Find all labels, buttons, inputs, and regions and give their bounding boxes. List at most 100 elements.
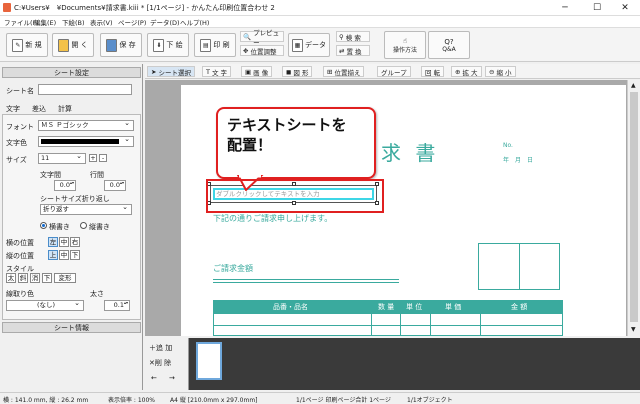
printer-icon: ▤ xyxy=(200,38,212,52)
shita-button[interactable]: ⬇ 下 絵 xyxy=(147,33,189,57)
valign-top-button[interactable]: 上 xyxy=(48,250,58,260)
col-unit: 単 位 xyxy=(406,303,423,311)
vertical-radio[interactable] xyxy=(80,222,87,229)
menu-view[interactable]: 表示(V) xyxy=(90,17,113,27)
size-select[interactable]: 11 xyxy=(38,153,86,164)
size-up-button[interactable]: + xyxy=(89,154,97,162)
amount-line xyxy=(213,282,399,283)
delete-page-button[interactable]: ✕削 除 xyxy=(149,358,171,368)
strike-button[interactable]: 消 xyxy=(30,273,40,283)
main-toolbar: ✎ 新 規 開 く 保 存 ⬇ 下 絵 ▤ 印 刷 🔍 プレビュー ✥ 位置調整 ▦ データ… xyxy=(0,28,640,62)
menu-help[interactable]: ヘルプ(H) xyxy=(180,17,209,27)
valign-label: 縦の位置 xyxy=(6,252,34,260)
hand-icon: ☝ xyxy=(402,36,408,45)
text-tool-button[interactable]: T文 字 xyxy=(202,66,232,77)
object-count: 1/1オブジェクト xyxy=(407,397,453,404)
char-spacing-label: 文字間 xyxy=(40,171,61,179)
menu-shita[interactable]: 下絵(B) xyxy=(62,17,85,27)
scroll-down-icon[interactable]: ▼ xyxy=(631,326,636,333)
new-doc-icon: ✎ xyxy=(12,38,24,52)
print-button[interactable]: ▤ 印 刷 xyxy=(194,33,236,57)
font-label: フォント xyxy=(6,123,34,131)
transform-button[interactable]: 変形 xyxy=(54,273,76,283)
prev-page-icon[interactable]: ← xyxy=(151,374,157,382)
tab-keisan[interactable]: 計算 xyxy=(58,104,72,114)
app-icon xyxy=(3,3,11,12)
doc-no: No. xyxy=(503,142,513,149)
tab-moji[interactable]: 文字 xyxy=(6,104,20,114)
text-color-label: 文字色 xyxy=(6,139,27,147)
close-icon[interactable]: ✕ xyxy=(610,0,640,16)
sheet-select-button[interactable]: ➤ シート選択 xyxy=(147,66,195,77)
zoom-in-button[interactable]: ⊕ 拡 大 xyxy=(451,66,482,77)
horizontal-radio[interactable] xyxy=(40,222,47,229)
paper-size: A4 縦 [210.0mm x 297.0mm] xyxy=(170,397,258,404)
replace-icon: ⇄ xyxy=(339,46,345,55)
menu-edit[interactable]: 編集(E) xyxy=(34,17,56,27)
menu-page[interactable]: ページ(P) xyxy=(118,17,146,27)
qa-button[interactable]: Q? Q&A xyxy=(428,31,470,59)
valign-middle-button[interactable]: 中 xyxy=(59,250,69,260)
halign-center-button[interactable]: 中 xyxy=(59,237,69,247)
replace-button[interactable]: ⇄ 置 換 xyxy=(336,45,370,56)
underline-button[interactable]: 下 xyxy=(42,273,52,283)
page-thumbnail[interactable] xyxy=(196,342,222,380)
page-thumbnails: ＋追 加 ✕削 除 ← → xyxy=(145,338,640,390)
minimize-icon[interactable]: ─ xyxy=(550,0,580,16)
size-down-button[interactable]: - xyxy=(99,154,107,162)
col-amount: 金 額 xyxy=(511,303,528,311)
position-adjust-button[interactable]: ✥ 位置調整 xyxy=(240,45,284,56)
color-swatch xyxy=(41,139,119,144)
tab-sashikomi[interactable]: 差込 xyxy=(32,104,46,114)
data-button[interactable]: ▦ データ xyxy=(288,33,330,57)
char-spacing-input[interactable]: 0.0 xyxy=(54,180,76,191)
cursor-icon: ➤ xyxy=(151,67,157,76)
vertical-scrollbar[interactable]: ▲ ▼ xyxy=(627,80,640,336)
text-color-select[interactable] xyxy=(38,136,134,147)
wrap-select[interactable]: 折り返す xyxy=(40,204,132,215)
doc-date: 年 月 日 xyxy=(503,157,534,164)
menu-data[interactable]: データ(D) xyxy=(150,17,180,27)
maximize-icon[interactable]: ☐ xyxy=(582,0,612,16)
line-spacing-input[interactable]: 0.0 xyxy=(104,180,126,191)
thumb-controls: ＋追 加 ✕削 除 ← → xyxy=(145,338,189,390)
group-button[interactable]: グループ xyxy=(377,66,411,77)
align-button[interactable]: ⊞ 位置揃え xyxy=(323,66,365,77)
title-bar: C:¥Users¥ ¥Documents¥請求書.kiii * [1/1ページ]… xyxy=(0,0,640,16)
next-page-icon[interactable]: → xyxy=(169,374,175,382)
rotate-button[interactable]: 回 転 xyxy=(421,66,445,77)
line-spacing-label: 行間 xyxy=(90,171,104,179)
sheet-settings-header: シート設定 xyxy=(2,67,141,78)
font-select[interactable]: ＭＳ Ｐゴシック xyxy=(38,120,134,131)
page-info: 1/1ページ 印刷ページ合計 1ページ xyxy=(296,397,391,404)
italic-button[interactable]: 斜 xyxy=(18,273,28,283)
halign-left-button[interactable]: 左 xyxy=(48,237,58,247)
preview-button[interactable]: 🔍 プレビュー xyxy=(240,29,284,47)
move-icon: ✥ xyxy=(243,46,249,55)
folder-icon xyxy=(58,38,70,52)
shape-tool-button[interactable]: ◼ 図 形 xyxy=(282,66,313,77)
scroll-up-icon[interactable]: ▲ xyxy=(631,82,636,89)
bold-button[interactable]: 太 xyxy=(6,273,16,283)
image-tool-button[interactable]: ▣ 画 像 xyxy=(241,66,273,77)
save-icon xyxy=(106,38,118,52)
sheet-name-input[interactable] xyxy=(38,84,132,95)
add-page-button[interactable]: ＋追 加 xyxy=(149,343,172,353)
zoom-out-button[interactable]: ⊖ 縮 小 xyxy=(485,66,516,77)
border-color-select[interactable]: (なし) xyxy=(6,300,84,311)
valign-bottom-button[interactable]: 下 xyxy=(70,250,80,260)
window-title: C:¥Users¥ ¥Documents¥請求書.kiii * [1/1ページ]… xyxy=(14,4,275,12)
open-button[interactable]: 開 く xyxy=(52,33,94,57)
search-button[interactable]: ⚲ 検 索 xyxy=(336,31,370,42)
scroll-thumb[interactable] xyxy=(630,92,638,322)
align-icon: ⊞ xyxy=(327,67,333,76)
menu-bar: ファイル(F) 編集(E) 下絵(B) 表示(V) ページ(P) データ(D) … xyxy=(0,16,640,28)
new-button[interactable]: ✎ 新 規 xyxy=(6,33,48,57)
items-table-body xyxy=(213,314,563,336)
save-button[interactable]: 保 存 xyxy=(100,33,142,57)
wrap-label: シートサイズ折り返し xyxy=(40,195,110,203)
howto-button[interactable]: ☝ 操作方法 xyxy=(384,31,426,59)
thickness-input[interactable]: 0.1 xyxy=(104,300,130,311)
text-icon: T xyxy=(206,67,210,76)
halign-right-button[interactable]: 右 xyxy=(70,237,80,247)
